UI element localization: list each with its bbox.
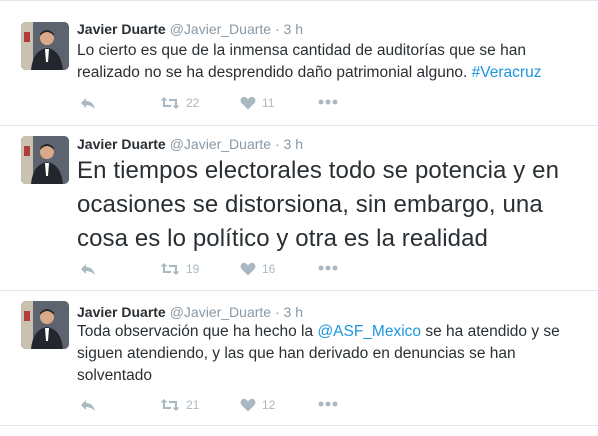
hashtag-link[interactable]: #Veracruz	[472, 64, 542, 81]
tweet-header: Javier Duarte @Javier_Duarte · 3 h	[77, 135, 303, 153]
timeline: Javier Duarte @Javier_Duarte · 3 h Lo cie…	[0, 0, 598, 436]
author-name[interactable]: Javier Duarte	[77, 304, 166, 320]
reply-icon	[81, 98, 95, 109]
separator-dot: ·	[274, 21, 280, 37]
timestamp[interactable]: 3 h	[284, 136, 303, 152]
retweet-count: 21	[186, 398, 200, 412]
author-handle[interactable]: @Javier_Duarte	[170, 304, 271, 320]
retweet-button[interactable]: 19	[160, 262, 199, 276]
tweet-2[interactable]: Javier Duarte @Javier_Duarte · 3 h En tie…	[0, 126, 598, 291]
timestamp[interactable]: 3 h	[284, 21, 303, 37]
tweet-text: En tiempos electorales todo se potencia …	[77, 154, 582, 256]
more-icon	[318, 99, 338, 105]
like-button[interactable]: 11	[240, 96, 274, 110]
more-button[interactable]	[318, 99, 338, 105]
author-handle[interactable]: @Javier_Duarte	[170, 136, 271, 152]
tweet-text-part: En tiempos electorales todo se potencia …	[77, 157, 560, 252]
like-button[interactable]: 16	[240, 262, 275, 276]
avatar[interactable]	[21, 136, 69, 184]
like-count: 12	[262, 398, 276, 412]
tweet-header: Javier Duarte @Javier_Duarte · 3 h	[77, 20, 303, 38]
retweet-button[interactable]: 22	[160, 96, 199, 110]
tweet-text-part: Lo cierto es que de la inmensa cantidad …	[77, 42, 526, 81]
reply-button[interactable]	[80, 262, 96, 276]
tweet-text: Toda observación que ha hecho la @ASF_Me…	[77, 321, 577, 387]
retweet-button[interactable]: 21	[160, 398, 199, 412]
reply-icon	[81, 400, 95, 411]
like-count: 11	[262, 96, 275, 110]
tweet-text: Lo cierto es que de la inmensa cantidad …	[77, 40, 577, 84]
more-button[interactable]	[318, 401, 338, 407]
timestamp[interactable]: 3 h	[284, 304, 303, 320]
mention-link[interactable]: @ASF_Mexico	[317, 323, 421, 340]
tweet-text-part: Toda observación que ha hecho la	[77, 323, 318, 340]
retweet-icon	[160, 263, 180, 275]
author-handle[interactable]: @Javier_Duarte	[170, 21, 271, 37]
reply-icon	[81, 264, 95, 275]
more-button[interactable]	[318, 265, 338, 271]
avatar[interactable]	[21, 22, 69, 70]
retweet-count: 19	[186, 262, 200, 276]
like-count: 16	[262, 262, 276, 276]
author-name[interactable]: Javier Duarte	[77, 21, 166, 37]
avatar[interactable]	[21, 301, 69, 349]
retweet-count: 22	[186, 96, 200, 110]
tweet-header: Javier Duarte @Javier_Duarte · 3 h	[77, 303, 303, 321]
heart-icon	[240, 398, 256, 412]
retweet-icon	[160, 97, 180, 109]
separator-dot: ·	[274, 304, 280, 320]
reply-button[interactable]	[80, 398, 96, 412]
heart-icon	[240, 262, 256, 276]
more-icon	[318, 265, 338, 271]
like-button[interactable]: 12	[240, 398, 275, 412]
retweet-icon	[160, 399, 180, 411]
reply-button[interactable]	[80, 96, 96, 110]
author-name[interactable]: Javier Duarte	[77, 136, 166, 152]
more-icon	[318, 401, 338, 407]
separator-dot: ·	[274, 136, 280, 152]
tweet-1[interactable]: Javier Duarte @Javier_Duarte · 3 h Lo cie…	[0, 0, 598, 126]
tweet-3[interactable]: Javier Duarte @Javier_Duarte · 3 h Toda o…	[0, 291, 598, 426]
heart-icon	[240, 96, 256, 110]
